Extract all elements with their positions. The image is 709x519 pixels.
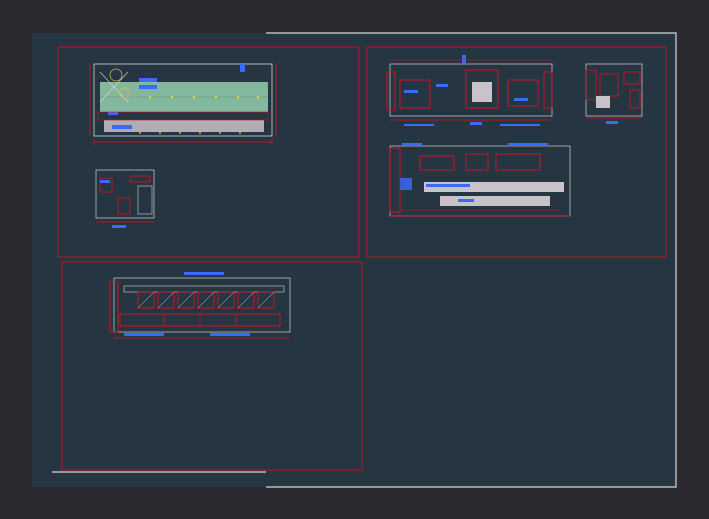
cad-drawing-canvas[interactable] (0, 0, 709, 519)
